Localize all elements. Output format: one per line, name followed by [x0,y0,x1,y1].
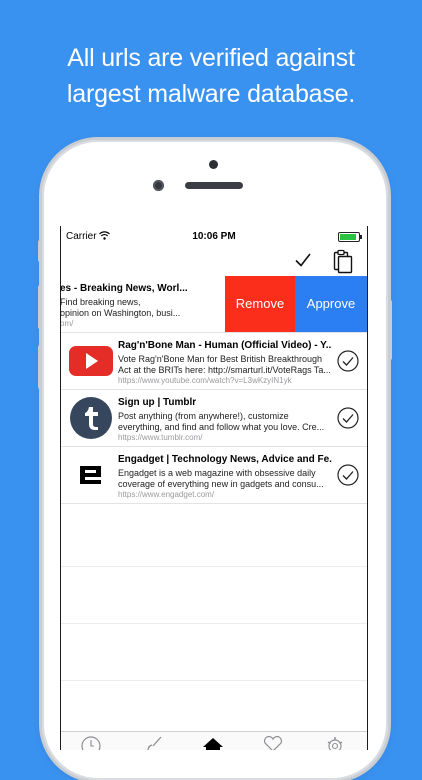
item-title: Rag'n'Bone Man - Human (Official Video) … [118,340,332,351]
item-description: Vote Rag'n'Bone Man for Best British Bre… [118,354,332,376]
item-url: https://www.youtube.com/watch?v=L3wKzyIN… [118,376,292,385]
status-bar: Carrier 10:06 PM [61,226,367,246]
item-url: https://www.tumblr.com/ [118,433,203,442]
clipboard-icon[interactable] [331,248,355,274]
battery-icon [338,232,360,242]
item-title: Engadget | Technology News, Advice and F… [118,454,332,465]
item-description-line: Engadget is a web magazine with obsessiv… [118,468,316,478]
history-icon[interactable] [79,735,103,750]
list-item[interactable]: Rag'n'Bone Man - Human (Official Video) … [61,333,367,390]
volume-up-button [38,285,42,329]
proximity-sensor [209,160,218,169]
approve-check-icon[interactable] [337,350,359,372]
home-icon[interactable] [201,735,225,750]
headline-line-1: All urls are verified against [67,44,355,72]
list-item[interactable]: Sign up | Tumblr Post anything (from any… [61,390,367,447]
item-description-line: everything, and find and follow what you… [118,422,325,432]
toolbar [61,246,367,276]
empty-row [61,567,367,624]
item-description-line: coverage of everything new in gadgets an… [118,479,324,489]
earpiece-speaker [185,182,243,189]
approve-check-icon[interactable] [337,407,359,429]
item-description: Post anything (from anywhere!), customiz… [118,411,332,433]
battery-nub [360,235,362,239]
status-time: 10:06 PM [192,231,236,242]
list-item-content[interactable]: Sign up | Tumblr Post anything (from any… [61,390,367,446]
item-description: Engadget is a web magazine with obsessiv… [118,468,332,490]
engadget-logo-icon [80,466,101,484]
tab-bar [61,731,367,750]
approve-check-icon[interactable] [337,464,359,486]
heart-icon[interactable] [261,735,285,750]
empty-row [61,681,367,738]
youtube-logo-icon [69,346,113,376]
checkmark-icon[interactable] [291,248,315,272]
item-title: Sign up | Tumblr [118,397,197,408]
brush-icon[interactable] [143,735,167,750]
link-list: es - Breaking News, Worl... Find breakin… [61,276,367,504]
item-description-line: Post anything (from anywhere!), customiz… [118,411,289,421]
tumblr-logo-icon [70,397,112,439]
gear-icon[interactable] [323,735,347,750]
list-item-content[interactable]: Rag'n'Bone Man - Human (Official Video) … [61,333,367,389]
item-description-line: Act at the BRITs here: http://smarturl.i… [118,365,331,375]
list-item[interactable]: Engadget | Technology News, Advice and F… [61,447,367,504]
empty-rows [61,510,367,738]
power-button [388,300,392,360]
empty-row [61,624,367,681]
item-description-line: Vote Rag'n'Bone Man for Best British Bre… [118,354,323,364]
mute-switch [38,240,42,262]
front-camera [153,180,164,191]
approve-button[interactable]: Approve [295,276,367,332]
headline-line-2: largest malware database. [66,80,356,108]
remove-button[interactable]: Remove [225,276,295,332]
promo-headline: All urls are verified against largest ma… [0,40,422,112]
empty-row [61,510,367,567]
volume-down-button [38,345,42,389]
battery-level [340,234,356,240]
list-item-content[interactable]: Engadget | Technology News, Advice and F… [61,447,367,503]
list-item[interactable]: es - Breaking News, Worl... Find breakin… [61,276,367,333]
app-screen: Carrier 10:06 PM es - Breaking News, Wor… [60,226,368,750]
item-url: https://www.engadget.com/ [118,490,215,499]
